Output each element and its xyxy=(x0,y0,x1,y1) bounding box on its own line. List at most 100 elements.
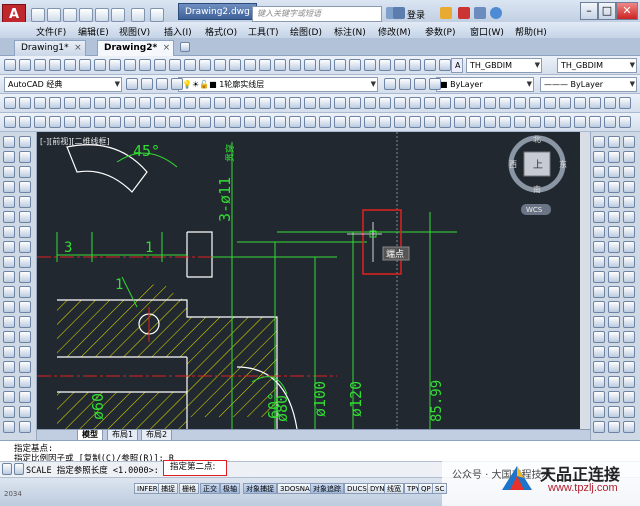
std-tool-21-icon[interactable] xyxy=(304,59,316,71)
modify-tool-15-icon[interactable] xyxy=(623,196,635,208)
exchange-icon[interactable] xyxy=(440,7,452,19)
style-tool-38-icon[interactable] xyxy=(559,97,571,109)
dim-tool-31-icon[interactable] xyxy=(454,116,466,128)
std-tool-9-icon[interactable] xyxy=(124,59,136,71)
menu-view[interactable]: 视图(V) xyxy=(119,25,150,38)
workspace-dropdown[interactable]: AutoCAD 经典 ▼ xyxy=(4,77,122,92)
modify-tool-34-icon[interactable] xyxy=(593,301,605,313)
style-tool-31-icon[interactable] xyxy=(454,97,466,109)
draw-tool-24-icon[interactable] xyxy=(19,301,31,313)
draw-tool-36-icon[interactable] xyxy=(19,391,31,403)
draw-tool-31-icon[interactable] xyxy=(3,361,15,373)
dim-tool-23-icon[interactable] xyxy=(334,116,346,128)
menu-help[interactable]: 帮助(H) xyxy=(515,25,547,38)
modify-tool-12-icon[interactable] xyxy=(623,181,635,193)
style-tool-36-icon[interactable] xyxy=(529,97,541,109)
viewport-label[interactable]: [-][前视][二维线框] xyxy=(40,136,110,147)
style-tool-7-icon[interactable] xyxy=(94,97,106,109)
style-tool-19-icon[interactable] xyxy=(274,97,286,109)
std-tool-15-icon[interactable] xyxy=(214,59,226,71)
text-style-icon[interactable]: A xyxy=(451,58,463,73)
style-tool-18-icon[interactable] xyxy=(259,97,271,109)
draw-tool-28-icon[interactable] xyxy=(19,331,31,343)
draw-tool-25-icon[interactable] xyxy=(3,316,15,328)
style-tool-13-icon[interactable] xyxy=(184,97,196,109)
style-tool-9-icon[interactable] xyxy=(124,97,136,109)
draw-tool-34-icon[interactable] xyxy=(19,376,31,388)
tab-drawing1[interactable]: Drawing1* × xyxy=(14,40,86,56)
help-dropdown-icon[interactable] xyxy=(474,7,486,19)
close-tab-icon[interactable]: × xyxy=(163,41,171,56)
autodesk-360-icon[interactable] xyxy=(458,7,470,19)
dim-tool-8-icon[interactable] xyxy=(109,116,121,128)
dim-tool-20-icon[interactable] xyxy=(289,116,301,128)
undo-icon[interactable] xyxy=(111,8,125,22)
modify-tool-1-icon[interactable] xyxy=(593,136,605,148)
style-tool-4-icon[interactable] xyxy=(49,97,61,109)
dim-tool-37-icon[interactable] xyxy=(544,116,556,128)
dim-tool-14-icon[interactable] xyxy=(199,116,211,128)
status-toggle-4[interactable]: 正交 xyxy=(200,483,220,494)
wrench-icon[interactable] xyxy=(2,463,12,475)
close-tab-icon[interactable]: × xyxy=(74,41,82,56)
dim-tool-11-icon[interactable] xyxy=(154,116,166,128)
viewcube-west[interactable]: 西 xyxy=(509,160,517,169)
modify-tool-24-icon[interactable] xyxy=(623,241,635,253)
draw-tool-27-icon[interactable] xyxy=(3,331,15,343)
modify-tool-51-icon[interactable] xyxy=(623,376,635,388)
modify-tool-19-icon[interactable] xyxy=(593,226,605,238)
draw-tool-19-icon[interactable] xyxy=(3,271,15,283)
style-tool-40-icon[interactable] xyxy=(589,97,601,109)
std-tool-4-icon[interactable] xyxy=(49,59,61,71)
modify-tool-40-icon[interactable] xyxy=(593,331,605,343)
modify-tool-35-icon[interactable] xyxy=(608,301,620,313)
modify-tool-14-icon[interactable] xyxy=(608,196,620,208)
search-input[interactable]: 键入关键字或短语 xyxy=(252,6,382,22)
std-tool-25-icon[interactable] xyxy=(364,59,376,71)
draw-tool-37-icon[interactable] xyxy=(3,406,15,418)
quick-access-dropdown-icon[interactable] xyxy=(150,8,164,22)
dim-tool-36-icon[interactable] xyxy=(529,116,541,128)
menu-edit[interactable]: 编辑(E) xyxy=(78,25,109,38)
draw-tool-6-icon[interactable] xyxy=(19,166,31,178)
std-tool-10-icon[interactable] xyxy=(139,59,151,71)
dim-tool-26-icon[interactable] xyxy=(379,116,391,128)
dim-tool-1-icon[interactable] xyxy=(4,116,16,128)
dim-tool-29-icon[interactable] xyxy=(424,116,436,128)
std-tool-30-icon[interactable] xyxy=(439,59,451,71)
user-icon[interactable] xyxy=(393,7,405,19)
modify-tool-31-icon[interactable] xyxy=(593,286,605,298)
menu-format[interactable]: 格式(O) xyxy=(205,25,237,38)
style-tool-42-icon[interactable] xyxy=(619,97,631,109)
dim-tool-39-icon[interactable] xyxy=(574,116,586,128)
modify-tool-56-icon[interactable] xyxy=(608,406,620,418)
draw-tool-26-icon[interactable] xyxy=(19,316,31,328)
menu-modify[interactable]: 修改(M) xyxy=(378,25,411,38)
style-tool-33-icon[interactable] xyxy=(484,97,496,109)
draw-tool-18-icon[interactable] xyxy=(19,256,31,268)
status-toggle-5[interactable]: 极轴 xyxy=(220,483,240,494)
style-tool-29-icon[interactable] xyxy=(424,97,436,109)
close-window-button[interactable]: ✕ xyxy=(616,2,638,20)
draw-tool-40-icon[interactable] xyxy=(19,421,31,433)
draw-tool-39-icon[interactable] xyxy=(3,421,15,433)
draw-tool-29-icon[interactable] xyxy=(3,346,15,358)
draw-tool-1-icon[interactable] xyxy=(3,136,15,148)
layer-tool-7-icon[interactable] xyxy=(414,78,426,90)
dim-tool-35-icon[interactable] xyxy=(514,116,526,128)
viewcube-east[interactable]: 东 xyxy=(559,159,567,169)
dim-tool-34-icon[interactable] xyxy=(499,116,511,128)
modify-tool-41-icon[interactable] xyxy=(608,331,620,343)
modify-tool-23-icon[interactable] xyxy=(608,241,620,253)
std-tool-22-icon[interactable] xyxy=(319,59,331,71)
modify-tool-37-icon[interactable] xyxy=(593,316,605,328)
draw-tool-23-icon[interactable] xyxy=(3,301,15,313)
modify-tool-53-icon[interactable] xyxy=(608,391,620,403)
menu-dimension[interactable]: 标注(N) xyxy=(334,25,366,38)
modify-tool-49-icon[interactable] xyxy=(593,376,605,388)
draw-tool-21-icon[interactable] xyxy=(3,286,15,298)
modify-tool-20-icon[interactable] xyxy=(608,226,620,238)
draw-tool-7-icon[interactable] xyxy=(3,181,15,193)
menu-parametric[interactable]: 参数(P) xyxy=(425,25,455,38)
modify-tool-33-icon[interactable] xyxy=(623,286,635,298)
